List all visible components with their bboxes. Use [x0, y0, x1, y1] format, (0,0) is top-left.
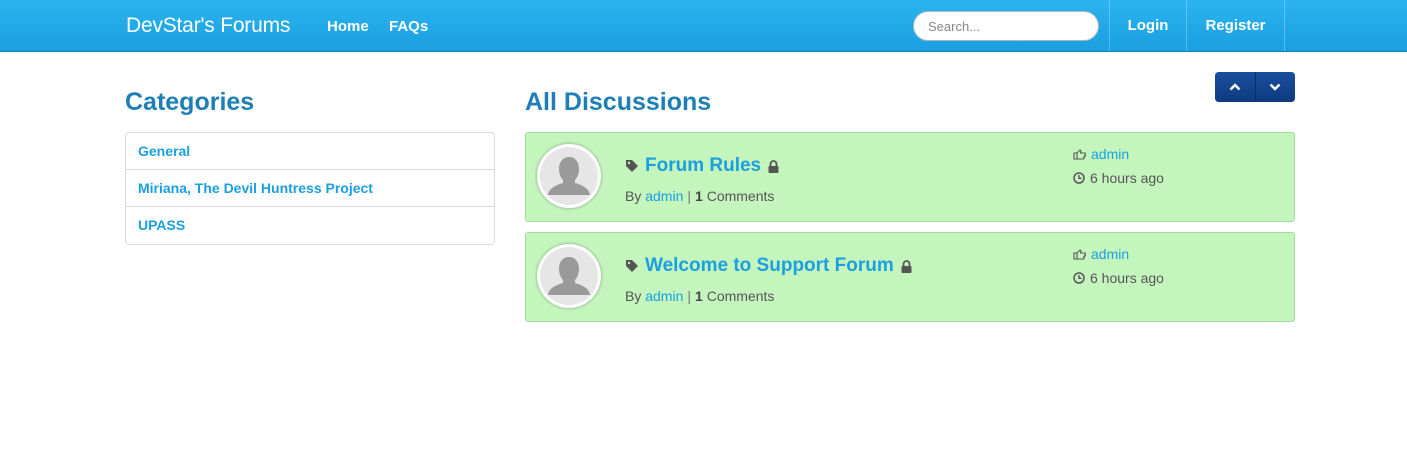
comments-label: Comments: [706, 188, 775, 204]
user-avatar[interactable]: [537, 144, 601, 208]
last-post-time: 6 hours ago: [1073, 270, 1164, 286]
comment-count: 1: [695, 288, 703, 304]
discussion-title-row: Forum Rules: [626, 155, 779, 177]
clock-icon: [1073, 172, 1085, 184]
last-post-user: admin: [1073, 246, 1129, 262]
nav-faqs-link[interactable]: FAQs: [389, 18, 428, 35]
last-user-link[interactable]: admin: [1091, 246, 1129, 262]
tag-icon: [626, 160, 638, 172]
site-brand[interactable]: DevStar's Forums: [126, 14, 290, 38]
last-post-time: 6 hours ago: [1073, 170, 1164, 186]
comment-count: 1: [695, 188, 703, 204]
search-input[interactable]: [913, 11, 1099, 41]
lock-icon: [768, 159, 779, 173]
comments-label: Comments: [706, 288, 775, 304]
hand-pointing-icon: [1073, 148, 1086, 160]
discussion-meta: By admin | 1 Comments: [625, 288, 774, 304]
sort-up-button[interactable]: [1215, 72, 1255, 102]
nav-divider: [1284, 0, 1285, 51]
hand-pointing-icon: [1073, 248, 1086, 260]
category-item-upass[interactable]: UPASS: [126, 207, 494, 244]
top-navbar: DevStar's Forums Home FAQs Login Registe…: [0, 0, 1407, 52]
all-discussions-heading: All Discussions: [525, 88, 712, 116]
by-label: By: [625, 188, 642, 204]
discussion-title-row: Welcome to Support Forum: [626, 255, 912, 277]
category-list: General Miriana, The Devil Huntress Proj…: [125, 132, 495, 245]
last-user-link[interactable]: admin: [1091, 146, 1129, 162]
chevron-down-icon: [1269, 83, 1281, 91]
tag-icon: [626, 260, 638, 272]
lock-icon: [901, 259, 912, 273]
author-link[interactable]: admin: [645, 188, 683, 204]
time-ago: 6 hours ago: [1090, 270, 1164, 286]
meta-separator: |: [687, 188, 692, 204]
user-avatar[interactable]: [537, 244, 601, 308]
meta-separator: |: [687, 288, 692, 304]
discussion-item[interactable]: Welcome to Support Forum By admin | 1 Comm…: [525, 232, 1295, 322]
login-link[interactable]: Login: [1110, 0, 1186, 51]
chevron-up-icon: [1229, 83, 1241, 91]
register-link[interactable]: Register: [1187, 0, 1284, 51]
discussion-title-link[interactable]: Forum Rules: [645, 155, 761, 177]
category-item-miriana[interactable]: Miriana, The Devil Huntress Project: [126, 170, 494, 207]
default-user-avatar: [540, 147, 598, 205]
discussion-item[interactable]: Forum Rules By admin | 1 Comments admin 6 …: [525, 132, 1295, 222]
nav-home-link[interactable]: Home: [327, 18, 369, 35]
time-ago: 6 hours ago: [1090, 170, 1164, 186]
discussion-meta: By admin | 1 Comments: [625, 188, 774, 204]
author-link[interactable]: admin: [645, 288, 683, 304]
default-user-avatar: [540, 247, 598, 305]
discussion-title-link[interactable]: Welcome to Support Forum: [645, 255, 894, 277]
sort-button-group: [1215, 72, 1295, 102]
sort-down-button[interactable]: [1254, 72, 1295, 102]
by-label: By: [625, 288, 642, 304]
last-post-user: admin: [1073, 146, 1129, 162]
category-item-general[interactable]: General: [126, 133, 494, 170]
clock-icon: [1073, 272, 1085, 284]
categories-heading: Categories: [125, 88, 255, 116]
